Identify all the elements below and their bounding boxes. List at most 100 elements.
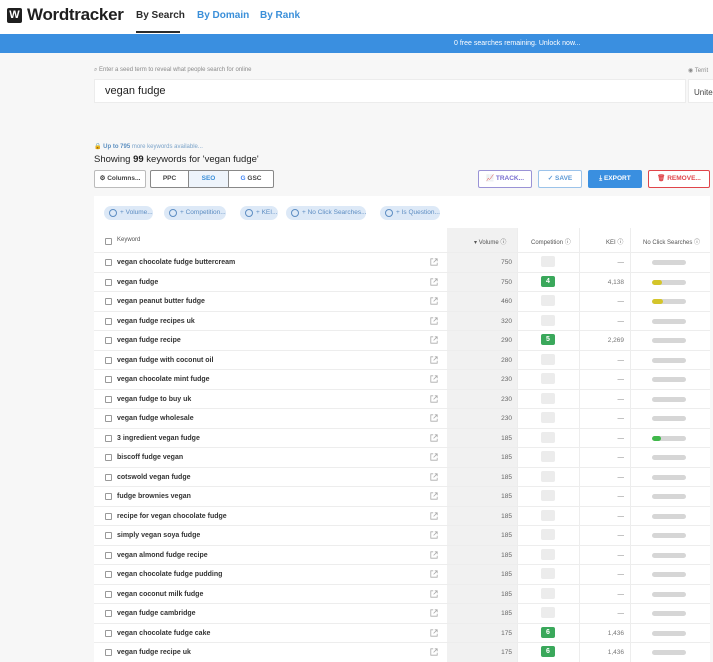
external-link-icon[interactable] [430, 414, 438, 422]
row-checkbox[interactable] [105, 434, 112, 442]
keyword-cell[interactable]: vegan fudge recipe [117, 337, 181, 344]
header-kei[interactable]: KEI ⓘ [606, 237, 623, 246]
row-checkbox[interactable] [105, 415, 112, 422]
table-row[interactable]: vegan peanut butter fudge 460 — [94, 291, 710, 311]
external-link-icon[interactable] [430, 628, 438, 637]
external-link-icon[interactable] [430, 433, 438, 442]
row-checkbox[interactable] [105, 376, 112, 383]
table-row[interactable]: recipe for vegan chocolate fudge 185 — [94, 505, 710, 526]
table-row[interactable]: vegan fudge recipes uk 320 — [94, 310, 710, 331]
table-row[interactable]: vegan fudge 750 4 4,138 [94, 271, 710, 292]
table-row[interactable]: vegan fudge recipe 290 5 2,269 [94, 330, 710, 350]
filter-is-question[interactable]: + Is Question... [380, 206, 440, 220]
filter-volume[interactable]: + Volume... [104, 206, 153, 220]
row-checkbox[interactable] [105, 512, 112, 520]
external-link-icon[interactable] [430, 531, 438, 539]
keyword-cell[interactable]: vegan chocolate mint fudge [117, 376, 210, 383]
keyword-cell[interactable]: simply vegan soya fudge [117, 532, 200, 539]
banner-text[interactable]: 0 free searches remaining. Unlock now... [454, 34, 580, 53]
tab-by-rank[interactable]: By Rank [260, 10, 300, 21]
row-checkbox[interactable] [105, 649, 112, 656]
external-link-icon[interactable] [430, 258, 438, 266]
filter-no-click[interactable]: + No Click Searches... [286, 206, 367, 220]
filter-competition[interactable]: + Competition... [164, 206, 226, 220]
row-checkbox[interactable] [105, 473, 112, 481]
keyword-cell[interactable]: recipe for vegan chocolate fudge [117, 513, 227, 520]
header-volume[interactable]: ▾ Volume ⓘ [474, 237, 506, 246]
external-link-icon[interactable] [430, 336, 438, 344]
table-row[interactable]: vegan fudge with coconut oil 280 — [94, 349, 710, 370]
keyword-cell[interactable]: vegan fudge recipes uk [117, 318, 195, 325]
row-checkbox[interactable] [105, 337, 112, 344]
row-checkbox[interactable] [105, 317, 112, 325]
select-all-checkbox[interactable] [105, 238, 112, 245]
territory-select[interactable]: Unite [688, 79, 713, 103]
external-link-icon[interactable] [430, 511, 438, 520]
keyword-cell[interactable]: vegan almond fudge recipe [117, 552, 208, 559]
external-link-icon[interactable] [430, 297, 438, 305]
free-searches-banner[interactable]: 0 free searches remaining. Unlock now... [0, 34, 713, 53]
tab-ppc[interactable]: PPC [150, 170, 189, 188]
table-row[interactable]: vegan chocolate fudge pudding 185 — [94, 564, 710, 584]
external-link-icon[interactable] [430, 472, 438, 481]
table-row[interactable]: simply vegan soya fudge 185 — [94, 525, 710, 545]
columns-button[interactable]: ⚙ Columns... [94, 170, 146, 188]
more-keywords-available[interactable]: 🔒 Up to 795 more keywords available... [94, 143, 203, 150]
table-row[interactable]: vegan chocolate mint fudge 230 — [94, 369, 710, 389]
table-row[interactable]: vegan chocolate fudge cake 175 6 1,436 [94, 622, 710, 643]
external-link-icon[interactable] [430, 570, 438, 578]
header-competition[interactable]: Competition ⓘ [531, 237, 571, 246]
keyword-cell[interactable]: vegan chocolate fudge pudding [117, 571, 222, 578]
remove-button[interactable]: 🗑 REMOVE... [648, 170, 710, 188]
external-link-icon[interactable] [430, 375, 438, 383]
row-checkbox[interactable] [105, 454, 112, 461]
external-link-icon[interactable] [430, 316, 438, 325]
row-checkbox[interactable] [105, 278, 112, 286]
row-checkbox[interactable] [105, 629, 112, 637]
keyword-cell[interactable]: vegan coconut milk fudge [117, 591, 203, 598]
tab-by-search[interactable]: By Search [136, 10, 185, 21]
header-no-click[interactable]: No Click Searches ⓘ [643, 237, 700, 246]
keyword-cell[interactable]: vegan fudge wholesale [117, 415, 194, 422]
external-link-icon[interactable] [430, 394, 438, 403]
row-checkbox[interactable] [105, 590, 112, 598]
tab-gsc[interactable]: G GSC [228, 170, 274, 188]
keyword-cell[interactable]: vegan peanut butter fudge [117, 298, 205, 305]
table-row[interactable]: vegan fudge cambridge 185 — [94, 603, 710, 623]
row-checkbox[interactable] [105, 356, 112, 364]
header-keyword[interactable]: Keyword [117, 237, 140, 243]
keyword-cell[interactable]: vegan chocolate fudge buttercream [117, 259, 235, 266]
table-row[interactable]: vegan chocolate fudge buttercream 750 — [94, 252, 710, 272]
logo[interactable]: W Wordtracker [7, 5, 124, 25]
table-row[interactable]: vegan coconut milk fudge 185 — [94, 583, 710, 604]
external-link-icon[interactable] [430, 492, 438, 500]
row-checkbox[interactable] [105, 532, 112, 539]
keyword-cell[interactable]: vegan fudge cambridge [117, 610, 196, 617]
table-row[interactable]: 3 ingredient vegan fudge 185 — [94, 427, 710, 448]
filter-kei[interactable]: + KEI... [240, 206, 278, 220]
table-row[interactable]: fudge brownies vegan 185 — [94, 486, 710, 506]
external-link-icon[interactable] [430, 453, 438, 461]
keyword-cell[interactable]: vegan fudge with coconut oil [117, 357, 213, 364]
external-link-icon[interactable] [430, 277, 438, 286]
tab-by-domain[interactable]: By Domain [197, 10, 249, 21]
external-link-icon[interactable] [430, 355, 438, 364]
table-row[interactable]: vegan fudge to buy uk 230 — [94, 388, 710, 409]
row-checkbox[interactable] [105, 493, 112, 500]
save-button[interactable]: ✓ SAVE [538, 170, 582, 188]
keyword-cell[interactable]: vegan fudge [117, 279, 158, 286]
table-row[interactable]: cotswold vegan fudge 185 — [94, 466, 710, 487]
keyword-cell[interactable]: 3 ingredient vegan fudge [117, 435, 200, 442]
external-link-icon[interactable] [430, 550, 438, 559]
row-checkbox[interactable] [105, 610, 112, 617]
external-link-icon[interactable] [430, 648, 438, 656]
external-link-icon[interactable] [430, 589, 438, 598]
track-button[interactable]: 📈 TRACK... [478, 170, 532, 188]
row-checkbox[interactable] [105, 571, 112, 578]
tab-seo[interactable]: SEO [188, 170, 229, 188]
table-row[interactable]: vegan almond fudge recipe 185 — [94, 544, 710, 565]
table-row[interactable]: biscoff fudge vegan 185 — [94, 447, 710, 467]
table-row[interactable]: vegan fudge recipe uk 175 6 1,436 [94, 642, 710, 662]
row-checkbox[interactable] [105, 551, 112, 559]
keyword-cell[interactable]: biscoff fudge vegan [117, 454, 183, 461]
